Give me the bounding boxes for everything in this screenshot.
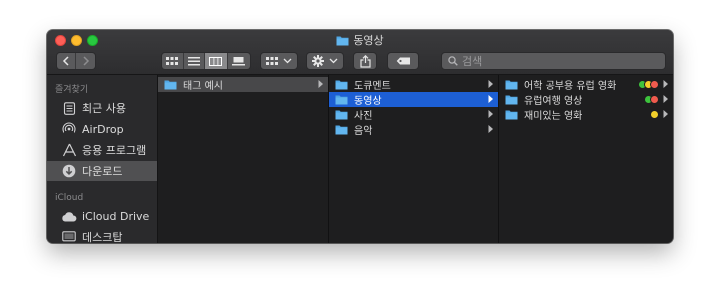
navigation-buttons [56, 52, 96, 70]
share-icon [359, 54, 371, 68]
folder-icon [335, 79, 348, 90]
search-field[interactable] [441, 52, 666, 70]
back-button[interactable] [57, 53, 77, 69]
sidebar-item-label: 데스크탑 [82, 231, 123, 243]
sidebar: 즐겨찾기 최근 사용 AirDrop 응용 프로그램 다운로드 iCloud i… [47, 75, 158, 243]
folder-icon [505, 109, 518, 120]
folder-icon [335, 109, 348, 120]
chevron-right-icon [663, 109, 669, 122]
chevron-right-icon [318, 79, 324, 92]
icon-view-button[interactable] [162, 53, 184, 69]
chevron-right-icon [488, 94, 494, 107]
chevron-right-icon [663, 79, 669, 92]
sidebar-item-airdrop[interactable]: AirDrop [47, 119, 157, 139]
icon-view-icon [166, 56, 179, 65]
sidebar-item-applications[interactable]: 응용 프로그램 [47, 140, 157, 160]
chevron-right-icon [488, 79, 494, 92]
window-title: 동영상 [47, 33, 673, 51]
applications-icon [61, 142, 77, 158]
sidebar-item-label: 다운로드 [82, 165, 123, 178]
tag-dots [638, 80, 659, 89]
list-view-button[interactable] [183, 53, 206, 69]
folder-row-language-films[interactable]: 어학 공부용 유럽 영화 [499, 77, 673, 92]
search-icon [448, 56, 458, 66]
sidebar-item-label: 최근 사용 [82, 102, 126, 115]
folder-row-photos[interactable]: 사진 [329, 107, 498, 122]
downloads-icon [61, 163, 77, 179]
folder-icon [335, 124, 348, 135]
view-mode-control [161, 52, 251, 70]
folder-icon [164, 79, 177, 90]
sidebar-item-recents[interactable]: 최근 사용 [47, 98, 157, 118]
recents-icon [61, 100, 77, 116]
window-title-text: 동영상 [353, 34, 384, 47]
folder-row-tag-examples[interactable]: 태그 예시 [158, 77, 328, 92]
folder-name: 태그 예시 [183, 81, 223, 92]
column-view-icon [209, 56, 223, 66]
folder-name: 동영상 [354, 96, 382, 107]
forward-button[interactable] [76, 53, 95, 69]
folder-name: 음악 [354, 126, 373, 137]
chevron-right-icon [488, 124, 494, 137]
toolbar: 동영상 [47, 30, 673, 75]
folder-icon [336, 35, 349, 51]
folder-name: 어학 공부용 유럽 영화 [524, 81, 617, 92]
grid-group-icon [266, 56, 278, 65]
desktop-icon [61, 229, 77, 243]
tag-dots [650, 110, 659, 119]
sidebar-item-desktop[interactable]: 데스크탑 [47, 227, 157, 243]
cloud-icon [61, 208, 77, 224]
gallery-view-icon [232, 56, 246, 65]
chevron-down-icon [283, 58, 292, 64]
browser-column-3: 어학 공부용 유럽 영화 유럽여행 영상 재미있는 영화 [499, 75, 673, 243]
folder-row-videos[interactable]: 동영상 [329, 92, 498, 107]
browser-column-1: 태그 예시 [158, 75, 329, 243]
edit-tags-button[interactable] [387, 52, 419, 70]
column-view-button[interactable] [205, 53, 228, 69]
tag-dots [644, 95, 659, 104]
gallery-view-button[interactable] [227, 53, 250, 69]
folder-name: 사진 [354, 111, 373, 122]
sidebar-section-icloud: iCloud [55, 193, 84, 203]
yellow-tag-icon [650, 110, 659, 119]
share-button[interactable] [353, 52, 377, 70]
gear-icon [312, 55, 324, 67]
sidebar-item-downloads[interactable]: 다운로드 [47, 161, 157, 181]
folder-icon [505, 79, 518, 90]
red-tag-icon [650, 95, 659, 104]
group-by-button[interactable] [260, 52, 298, 70]
sidebar-item-label: 응용 프로그램 [82, 144, 147, 157]
folder-row-fun-movies[interactable]: 재미있는 영화 [499, 107, 673, 122]
sidebar-item-label: AirDrop [82, 122, 124, 136]
folder-row-music[interactable]: 음악 [329, 122, 498, 137]
folder-icon [335, 94, 348, 105]
list-view-icon [187, 56, 200, 65]
action-menu-button[interactable] [306, 52, 344, 70]
folder-name: 재미있는 영화 [524, 111, 583, 122]
sidebar-item-label: iCloud Drive [82, 209, 150, 223]
browser-column-2: 도큐멘트 동영상 사진 음악 [329, 75, 499, 243]
search-input[interactable] [462, 54, 642, 68]
finder-window: 동영상 검색 즐겨찾기 최근 사용 AirDrop 응용 프로그램 다운로드 i… [47, 30, 673, 243]
chevron-right-icon [663, 94, 669, 107]
folder-name: 유럽여행 영상 [524, 96, 583, 107]
folder-icon [505, 94, 518, 105]
folder-name: 도큐멘트 [354, 81, 391, 92]
tag-icon [396, 57, 410, 65]
chevron-right-icon [82, 56, 89, 66]
red-tag-icon [650, 80, 659, 89]
airdrop-icon [61, 121, 77, 137]
folder-row-documents[interactable]: 도큐멘트 [329, 77, 498, 92]
chevron-left-icon [62, 56, 69, 66]
chevron-right-icon [488, 109, 494, 122]
folder-row-europe-travel[interactable]: 유럽여행 영상 [499, 92, 673, 107]
chevron-down-icon [329, 58, 338, 64]
sidebar-item-icloud-drive[interactable]: iCloud Drive [47, 206, 157, 226]
sidebar-section-favorites: 즐겨찾기 [55, 85, 89, 95]
